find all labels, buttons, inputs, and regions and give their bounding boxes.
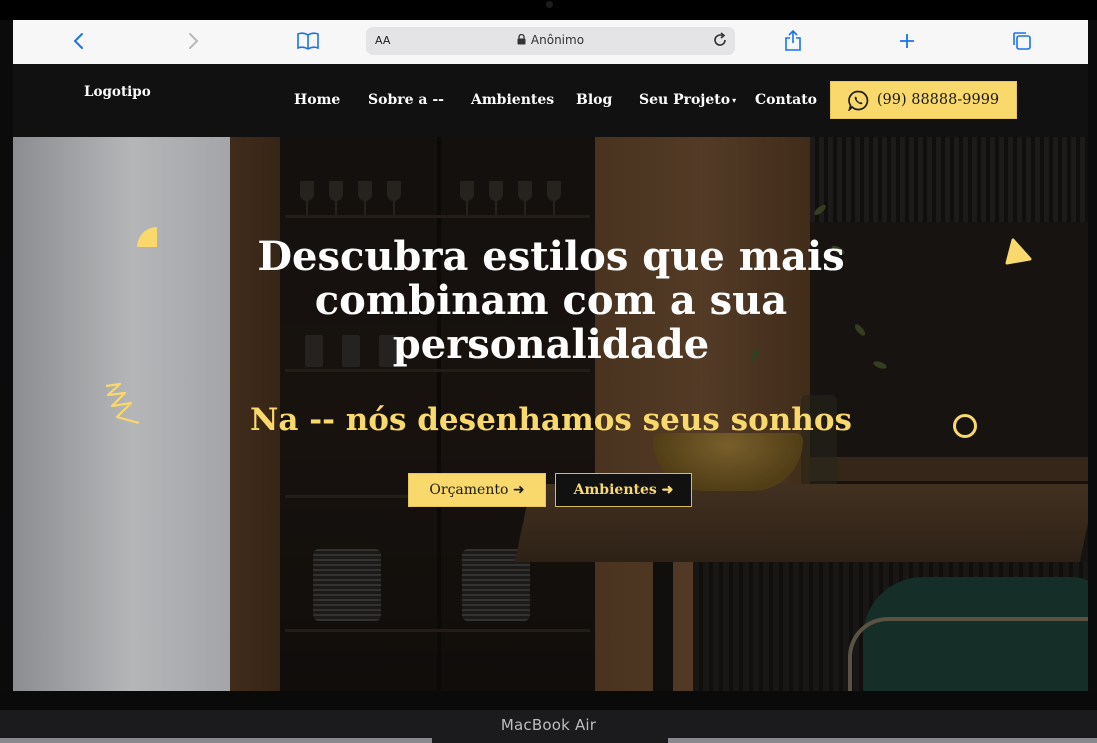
laptop-base: [0, 738, 432, 743]
back-button[interactable]: [66, 28, 92, 54]
book-icon: [297, 32, 319, 50]
bookmarks-button[interactable]: [295, 28, 321, 54]
zigzag-shape-icon: [105, 382, 140, 425]
browser-toolbar: AA Anônimo: [13, 20, 1088, 65]
nav-seu-projeto-label: Seu Projeto: [639, 92, 731, 108]
nav-contato[interactable]: Contato: [755, 92, 817, 108]
new-tab-button[interactable]: [894, 28, 920, 54]
hero-section: Descubra estilos que mais combinam com a…: [13, 137, 1088, 691]
tabs-icon: [1013, 32, 1031, 50]
phone-button[interactable]: (99) 88888-9999: [830, 81, 1017, 119]
address-bar[interactable]: AA Anônimo: [366, 27, 735, 55]
site-header: Logotipo Home Sobre a -- Ambientes Blog …: [13, 64, 1088, 137]
hero-title: Descubra estilos que mais combinam com a…: [257, 233, 845, 368]
site-logo[interactable]: Logotipo: [84, 84, 151, 100]
ambientes-button[interactable]: Ambientes ➜: [555, 473, 692, 507]
triangle-shape-icon: [1005, 238, 1032, 265]
camera-dot: [546, 1, 553, 8]
hero-subtitle: Na -- nós desenhamos seus sonhos: [250, 402, 852, 438]
orcamento-button[interactable]: Orçamento ➜: [408, 473, 546, 507]
chevron-left-icon: [73, 33, 83, 49]
nav-blog[interactable]: Blog: [576, 92, 612, 108]
chevron-right-icon: [189, 33, 199, 49]
address-center: Anônimo: [366, 33, 735, 47]
whatsapp-icon: [848, 90, 869, 111]
reload-icon[interactable]: [711, 31, 729, 49]
nav-seu-projeto[interactable]: Seu Projeto ▾: [639, 92, 736, 108]
share-button[interactable]: [780, 28, 806, 54]
tabs-button[interactable]: [1009, 28, 1035, 54]
nav-home[interactable]: Home: [294, 92, 340, 108]
laptop-base: [668, 738, 1097, 743]
quarter-circle-shape-icon: [137, 227, 157, 247]
plus-icon: [900, 34, 914, 48]
phone-number: (99) 88888-9999: [876, 92, 1000, 108]
nav-sobre[interactable]: Sobre a --: [368, 92, 444, 108]
address-text: Anônimo: [530, 33, 585, 47]
share-icon: [785, 30, 801, 51]
device-label: MacBook Air: [500, 716, 597, 734]
lock-icon: [517, 34, 526, 45]
nav-ambientes[interactable]: Ambientes: [471, 92, 554, 108]
dropdown-caret-icon: ▾: [732, 95, 737, 105]
forward-button[interactable]: [180, 28, 206, 54]
laptop-screen: AA Anônimo Logotipo Home Sobre a -- Ambi…: [13, 20, 1088, 691]
circle-shape-icon: [953, 414, 977, 438]
